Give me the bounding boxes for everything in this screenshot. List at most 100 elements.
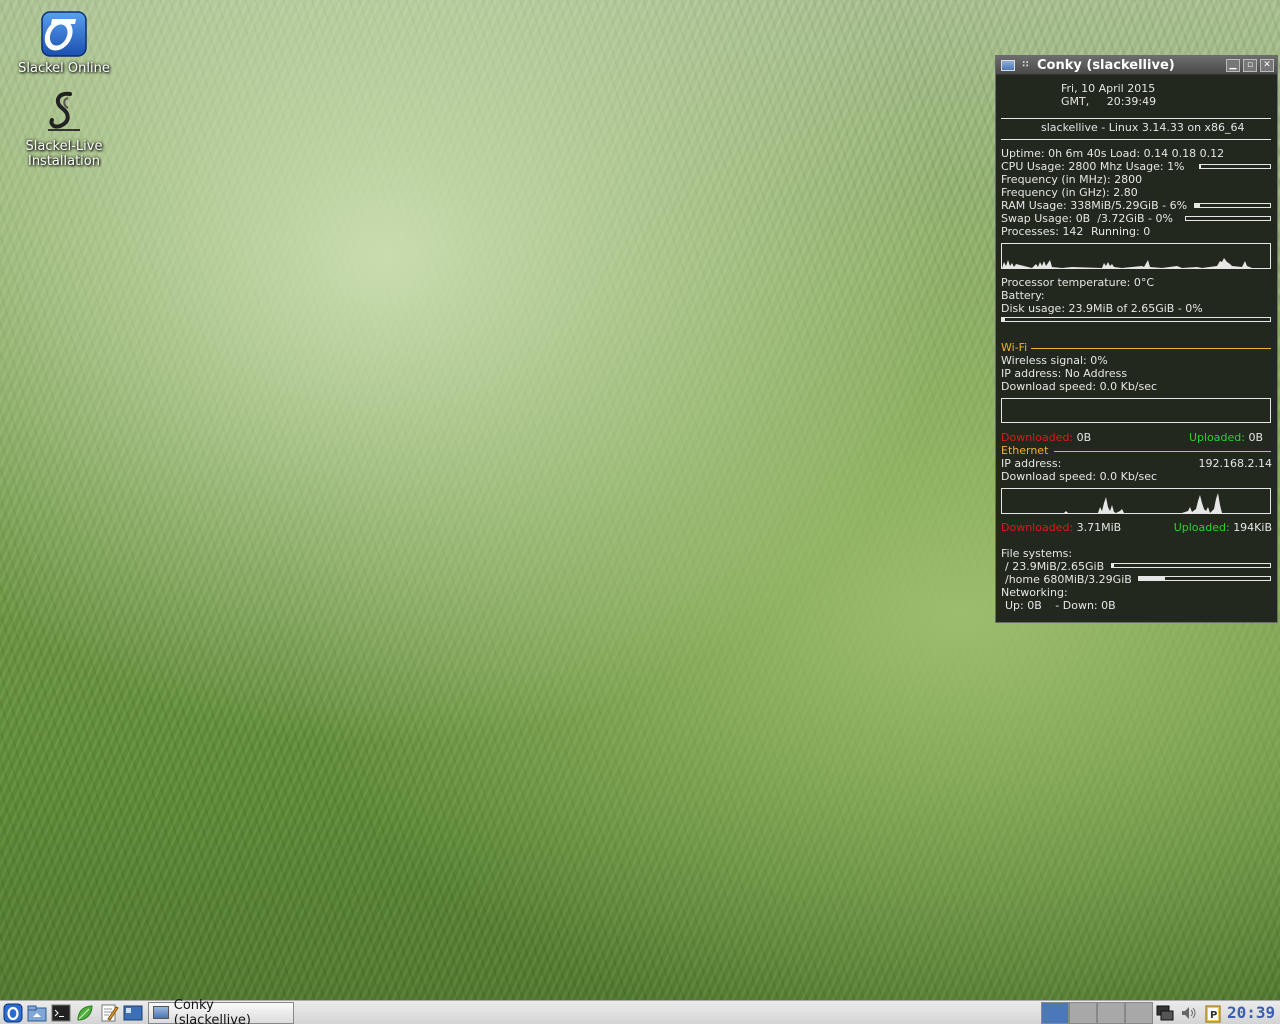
cpu-usage-bar: [1199, 164, 1271, 169]
net-down-value: 0B: [1101, 599, 1116, 612]
workspace-4[interactable]: [1125, 1002, 1153, 1024]
fs-root: / 23.9MiB/2.65GiB: [1005, 560, 1105, 573]
home-folder-icon[interactable]: [26, 1002, 48, 1024]
eth-dl-value: 0.0 Kb/sec: [1099, 470, 1158, 483]
workspace-3[interactable]: [1097, 1002, 1125, 1024]
cpu-mhz: 2800 Mhz: [1068, 160, 1123, 173]
volume-icon[interactable]: [1178, 1002, 1200, 1024]
eth-uploaded-row: Uploaded: 194KiB: [1174, 521, 1272, 534]
swap-label: Swap Usage:: [1001, 212, 1073, 225]
load-label: Load:: [1110, 147, 1141, 160]
conky-window[interactable]: ∷ Conky (slackellive) ▁ ▫ ✕ Fri, 10 Apri…: [995, 55, 1278, 623]
eth-ip-value: 192.168.2.14: [1198, 457, 1272, 470]
disk-value: 23.9MiB of 2.65GiB - 0%: [1068, 302, 1203, 315]
eth-ip-label: IP address:: [1001, 457, 1062, 470]
time-line: GMT, 20:39:49: [1061, 95, 1157, 108]
slackel-online-icon: [40, 10, 88, 58]
ram-value: 338MiB/5.29GiB - 6%: [1070, 199, 1188, 212]
eth-downloaded-value: 3.71MiB: [1076, 521, 1122, 534]
show-desktop-icon[interactable]: [122, 1002, 144, 1024]
wireless-row: Wireless signal: 0%: [1001, 354, 1108, 367]
ram-usage-bar: [1194, 203, 1271, 208]
text-editor-icon[interactable]: [98, 1002, 120, 1024]
uptime-row: Uptime: 0h 6m 40s Load: 0.14 0.18 0.12: [1001, 147, 1224, 160]
net-up-label: Up:: [1005, 599, 1024, 612]
wifi-dl-value: 0.0 Kb/sec: [1099, 380, 1158, 393]
freq-ghz-label: Frequency (in GHz):: [1001, 186, 1110, 199]
processes-value: 142: [1062, 225, 1084, 238]
desktop-icon-label: Slackel-Live Installation: [25, 139, 103, 169]
wifi-uploaded-row: Uploaded: 0B: [1189, 431, 1263, 444]
eth-dl-label: Download speed:: [1001, 470, 1097, 483]
clipboard-icon[interactable]: P: [1203, 1002, 1223, 1024]
taskbar: Conky (slackellive) P 20:39: [0, 998, 1280, 1024]
net-down-label: - Down:: [1055, 599, 1098, 612]
temp-label: Processor temperature:: [1001, 276, 1131, 289]
workspace-2[interactable]: [1069, 1002, 1097, 1024]
maximize-icon[interactable]: ▫: [1243, 58, 1257, 72]
net-row: Up: 0B - Down: 0B: [1005, 599, 1116, 612]
freq-mhz-row: Frequency (in MHz): 2800: [1001, 173, 1142, 186]
close-icon[interactable]: ✕: [1260, 58, 1274, 72]
workspace-1[interactable]: [1041, 1002, 1069, 1024]
wifi-dl-label: Download speed:: [1001, 380, 1097, 393]
desktop-icon-slackel-live-installation[interactable]: Slackel-Live Installation: [9, 88, 119, 169]
wifi-header: Wi-Fi: [1001, 341, 1028, 354]
running-value: 0: [1143, 225, 1151, 238]
wifi-ip-label: IP address:: [1001, 367, 1062, 380]
wifi-divider: [1031, 348, 1271, 349]
ram-row: RAM Usage: 338MiB/5.29GiB - 6%: [1001, 199, 1187, 212]
fs-home: /home 680MiB/3.29GiB: [1005, 573, 1132, 586]
divider: [1001, 139, 1271, 140]
load-value: 0.14 0.18 0.12: [1143, 147, 1225, 160]
window-title: Conky (slackellive): [1037, 57, 1175, 73]
uptime-label: Uptime:: [1001, 147, 1045, 160]
eth-downloaded-row: Downloaded: 3.71MiB: [1001, 521, 1121, 534]
system-line: slackellive - Linux 3.14.33 on x86_64: [1041, 121, 1245, 134]
workspace-pager[interactable]: [1041, 1002, 1153, 1024]
conky-titlebar[interactable]: ∷ Conky (slackellive) ▁ ▫ ✕: [996, 56, 1277, 75]
terminal-icon[interactable]: [50, 1002, 72, 1024]
window-icon[interactable]: [1001, 59, 1015, 71]
disk-label: Disk usage:: [1001, 302, 1066, 315]
wifi-downloaded-value: 0B: [1076, 431, 1092, 444]
wifi-uploaded-value: 0B: [1248, 431, 1263, 444]
wireless-value: 0%: [1090, 354, 1108, 367]
cpu-usage-value: 1%: [1167, 160, 1185, 173]
processes-row: Processes: 142 Running: 0: [1001, 225, 1150, 238]
wifi-ip-value: No Address: [1064, 367, 1128, 380]
freq-ghz-row: Frequency (in GHz): 2.80: [1001, 186, 1138, 199]
leaf-icon[interactable]: [74, 1002, 96, 1024]
wifi-uploaded-label: Uploaded:: [1188, 431, 1245, 444]
taskbar-button-label: Conky (slackellive): [173, 997, 251, 1024]
wifi-dl-row: Download speed: 0.0 Kb/sec: [1001, 380, 1157, 393]
eth-uploaded-value: 194KiB: [1233, 521, 1272, 534]
ethernet-download-graph: [1001, 488, 1271, 514]
minimize-icon[interactable]: ▁: [1226, 58, 1240, 72]
swap-usage-bar: [1185, 216, 1271, 221]
cpu-row: CPU Usage: 2800 Mhz Usage: 1%: [1001, 160, 1185, 173]
wifi-ip-row: IP address: No Address: [1001, 367, 1127, 380]
wireless-label: Wireless signal:: [1001, 354, 1087, 367]
wifi-download-graph: [1001, 398, 1271, 423]
freq-mhz-label: Frequency (in MHz):: [1001, 173, 1111, 186]
network-icon[interactable]: [1154, 1002, 1176, 1024]
ethernet-divider: [1054, 451, 1271, 452]
fs-home-bar: [1138, 576, 1271, 581]
eth-dl-row: Download speed: 0.0 Kb/sec: [1001, 470, 1157, 483]
clock[interactable]: 20:39: [1227, 1003, 1275, 1022]
window-menu-icon[interactable]: ∷: [1020, 60, 1031, 71]
ram-label: RAM Usage:: [1001, 199, 1067, 212]
desktop-icon-slackel-online[interactable]: Slackel Online: [9, 10, 119, 76]
wifi-downloaded-label: Downloaded:: [1001, 431, 1074, 444]
freq-mhz-value: 2800: [1114, 173, 1143, 186]
date-line: Fri, 10 April 2015: [1061, 82, 1156, 95]
slackel-menu-icon[interactable]: [2, 1002, 24, 1024]
taskbar-button-conky[interactable]: Conky (slackellive): [148, 998, 294, 1024]
fs-root-bar: [1111, 563, 1271, 568]
swap-row: Swap Usage: 0B /3.72GiB - 0%: [1001, 212, 1173, 225]
slackel-installer-icon: [40, 88, 88, 136]
battery-label: Battery:: [1001, 289, 1045, 302]
desktop-icon-label: Slackel Online: [18, 61, 110, 76]
eth-uploaded-label: Uploaded:: [1173, 521, 1230, 534]
